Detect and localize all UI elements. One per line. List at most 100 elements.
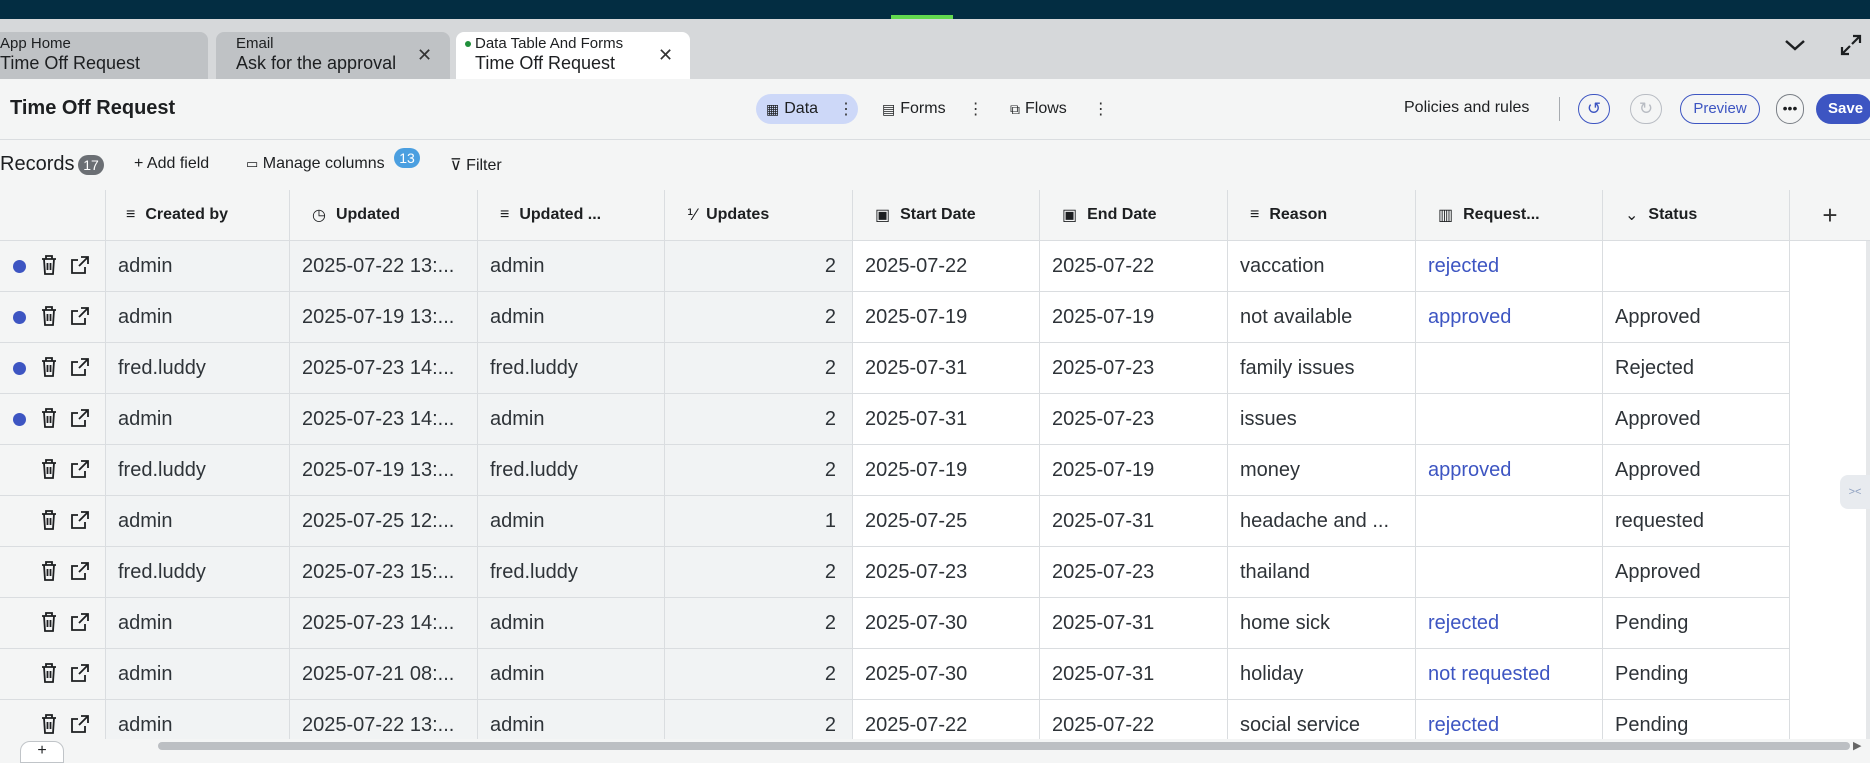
table-cell[interactable]: 2025-07-23 14:...	[290, 394, 478, 444]
tab-data[interactable]: ▦ Data ⋮	[756, 94, 858, 124]
table-cell[interactable]: 2	[665, 649, 853, 699]
table-cell[interactable]: 2025-07-25 12:...	[290, 496, 478, 546]
expand-icon[interactable]	[1838, 32, 1864, 65]
table-cell[interactable]: requested	[1603, 496, 1790, 546]
table-row[interactable]: fred.luddy 2025-07-23 15:... fred.luddy 2 20…	[0, 547, 1790, 598]
open-record-icon[interactable]	[70, 254, 90, 281]
table-cell[interactable]: 2025-07-31	[1040, 598, 1228, 648]
table-cell[interactable]: admin	[478, 700, 665, 739]
open-record-icon[interactable]	[70, 662, 90, 689]
table-cell[interactable]: approved	[1416, 445, 1603, 495]
table-cell[interactable]: fred.luddy	[478, 547, 665, 597]
table-cell[interactable]: admin	[478, 649, 665, 699]
table-cell[interactable]: 2025-07-31	[853, 343, 1040, 393]
table-cell[interactable]: 2025-07-30	[853, 649, 1040, 699]
add-field-button[interactable]: + Add field	[134, 155, 209, 173]
trash-icon[interactable]	[40, 509, 58, 536]
table-row[interactable]: admin 2025-07-23 14:... admin 2 2025-07-30 20…	[0, 598, 1790, 649]
add-column-button[interactable]: +	[1790, 190, 1870, 241]
table-cell[interactable]: admin	[106, 700, 290, 739]
table-cell[interactable]: 2025-07-31	[853, 394, 1040, 444]
table-cell[interactable]: 2	[665, 292, 853, 342]
filter-button[interactable]: ⊽ Filter	[450, 155, 502, 175]
table-cell[interactable]: Pending	[1603, 598, 1790, 648]
table-cell[interactable]: 2025-07-22 13:...	[290, 700, 478, 739]
table-row[interactable]: fred.luddy 2025-07-23 14:... fred.luddy 2 20…	[0, 343, 1790, 394]
table-cell[interactable]: 1	[665, 496, 853, 546]
table-cell[interactable]: money	[1228, 445, 1416, 495]
table-cell[interactable]: 2	[665, 445, 853, 495]
table-cell[interactable]: 2025-07-31	[1040, 649, 1228, 699]
tab-app-home[interactable]: App Home Time Off Request	[0, 32, 208, 79]
more-options-button[interactable]: •••	[1776, 94, 1804, 124]
table-cell[interactable]: 2	[665, 547, 853, 597]
column-header-request[interactable]: ▥ Request...	[1416, 190, 1603, 240]
table-cell[interactable]: Rejected	[1603, 343, 1790, 393]
table-cell[interactable]: home sick	[1228, 598, 1416, 648]
table-cell[interactable]: headache and ...	[1228, 496, 1416, 546]
table-cell[interactable]: admin	[106, 394, 290, 444]
table-cell[interactable]: rejected	[1416, 700, 1603, 739]
table-cell[interactable]: fred.luddy	[106, 547, 290, 597]
table-row[interactable]: admin 2025-07-22 13:... admin 2 2025-07-22 20…	[0, 700, 1790, 739]
open-record-icon[interactable]	[70, 560, 90, 587]
open-record-icon[interactable]	[70, 713, 90, 739]
table-cell[interactable]: admin	[478, 292, 665, 342]
column-header-created-by[interactable]: ≡ Created by	[106, 190, 290, 240]
column-header-updated-by[interactable]: ≡ Updated ...	[478, 190, 665, 240]
table-cell[interactable]: admin	[478, 241, 665, 291]
table-cell[interactable]: 2025-07-23	[1040, 394, 1228, 444]
column-header-updates[interactable]: ⅟ Updates	[665, 190, 853, 240]
table-cell[interactable]: 2	[665, 241, 853, 291]
save-button[interactable]: Save	[1816, 94, 1870, 124]
table-cell[interactable]: rejected	[1416, 598, 1603, 648]
open-record-icon[interactable]	[70, 407, 90, 434]
trash-icon[interactable]	[40, 662, 58, 689]
table-cell[interactable]	[1416, 547, 1603, 597]
table-cell[interactable]	[1416, 394, 1603, 444]
table-cell[interactable]: fred.luddy	[478, 445, 665, 495]
table-cell[interactable]: 2025-07-23 14:...	[290, 598, 478, 648]
trash-icon[interactable]	[40, 611, 58, 638]
table-row[interactable]: fred.luddy 2025-07-19 13:... fred.luddy 2 20…	[0, 445, 1790, 496]
table-cell[interactable]: 2	[665, 598, 853, 648]
open-record-icon[interactable]	[70, 458, 90, 485]
table-cell[interactable]: 2025-07-19 13:...	[290, 292, 478, 342]
trash-icon[interactable]	[40, 305, 58, 332]
table-cell[interactable]: 2025-07-23	[1040, 343, 1228, 393]
table-cell[interactable]: 2025-07-23	[853, 547, 1040, 597]
table-cell[interactable]: 2025-07-30	[853, 598, 1040, 648]
trash-icon[interactable]	[40, 713, 58, 739]
table-cell[interactable]: Approved	[1603, 445, 1790, 495]
table-cell[interactable]: 2025-07-22	[1040, 241, 1228, 291]
flows-more-icon[interactable]: ⋮	[1093, 99, 1109, 119]
add-record-button[interactable]: +	[20, 741, 64, 763]
table-cell[interactable]: admin	[106, 292, 290, 342]
table-cell[interactable]: not available	[1228, 292, 1416, 342]
preview-button[interactable]: Preview	[1680, 94, 1760, 124]
table-cell[interactable]	[1416, 343, 1603, 393]
close-icon[interactable]: ✕	[658, 45, 673, 66]
scrollbar-thumb[interactable]	[158, 742, 1850, 750]
horizontal-scrollbar[interactable]: ▶	[0, 739, 1870, 752]
column-header-status[interactable]: ⌄ Status	[1603, 190, 1790, 240]
table-cell[interactable]: 2025-07-19 13:...	[290, 445, 478, 495]
table-cell[interactable]: vaccation	[1228, 241, 1416, 291]
open-record-icon[interactable]	[70, 611, 90, 638]
table-cell[interactable]: admin	[106, 241, 290, 291]
column-header-updated[interactable]: ◷ Updated	[290, 190, 478, 240]
table-cell[interactable]: fred.luddy	[106, 445, 290, 495]
table-cell[interactable]: 2025-07-22	[853, 700, 1040, 739]
close-icon[interactable]: ✕	[417, 45, 432, 66]
table-cell[interactable]: admin	[478, 496, 665, 546]
tab-flows[interactable]: ⧉ Flows ⋮	[1010, 94, 1109, 124]
trash-icon[interactable]	[40, 254, 58, 281]
column-header-start-date[interactable]: ▣ Start Date	[853, 190, 1040, 240]
table-cell[interactable]: social service	[1228, 700, 1416, 739]
table-cell[interactable]	[1603, 241, 1790, 291]
data-more-icon[interactable]: ⋮	[838, 99, 854, 119]
table-cell[interactable]: 2025-07-31	[1040, 496, 1228, 546]
table-cell[interactable]: not requested	[1416, 649, 1603, 699]
table-row[interactable]: admin 2025-07-21 08:... admin 2 2025-07-30 20…	[0, 649, 1790, 700]
table-cell[interactable]: 2025-07-21 08:...	[290, 649, 478, 699]
